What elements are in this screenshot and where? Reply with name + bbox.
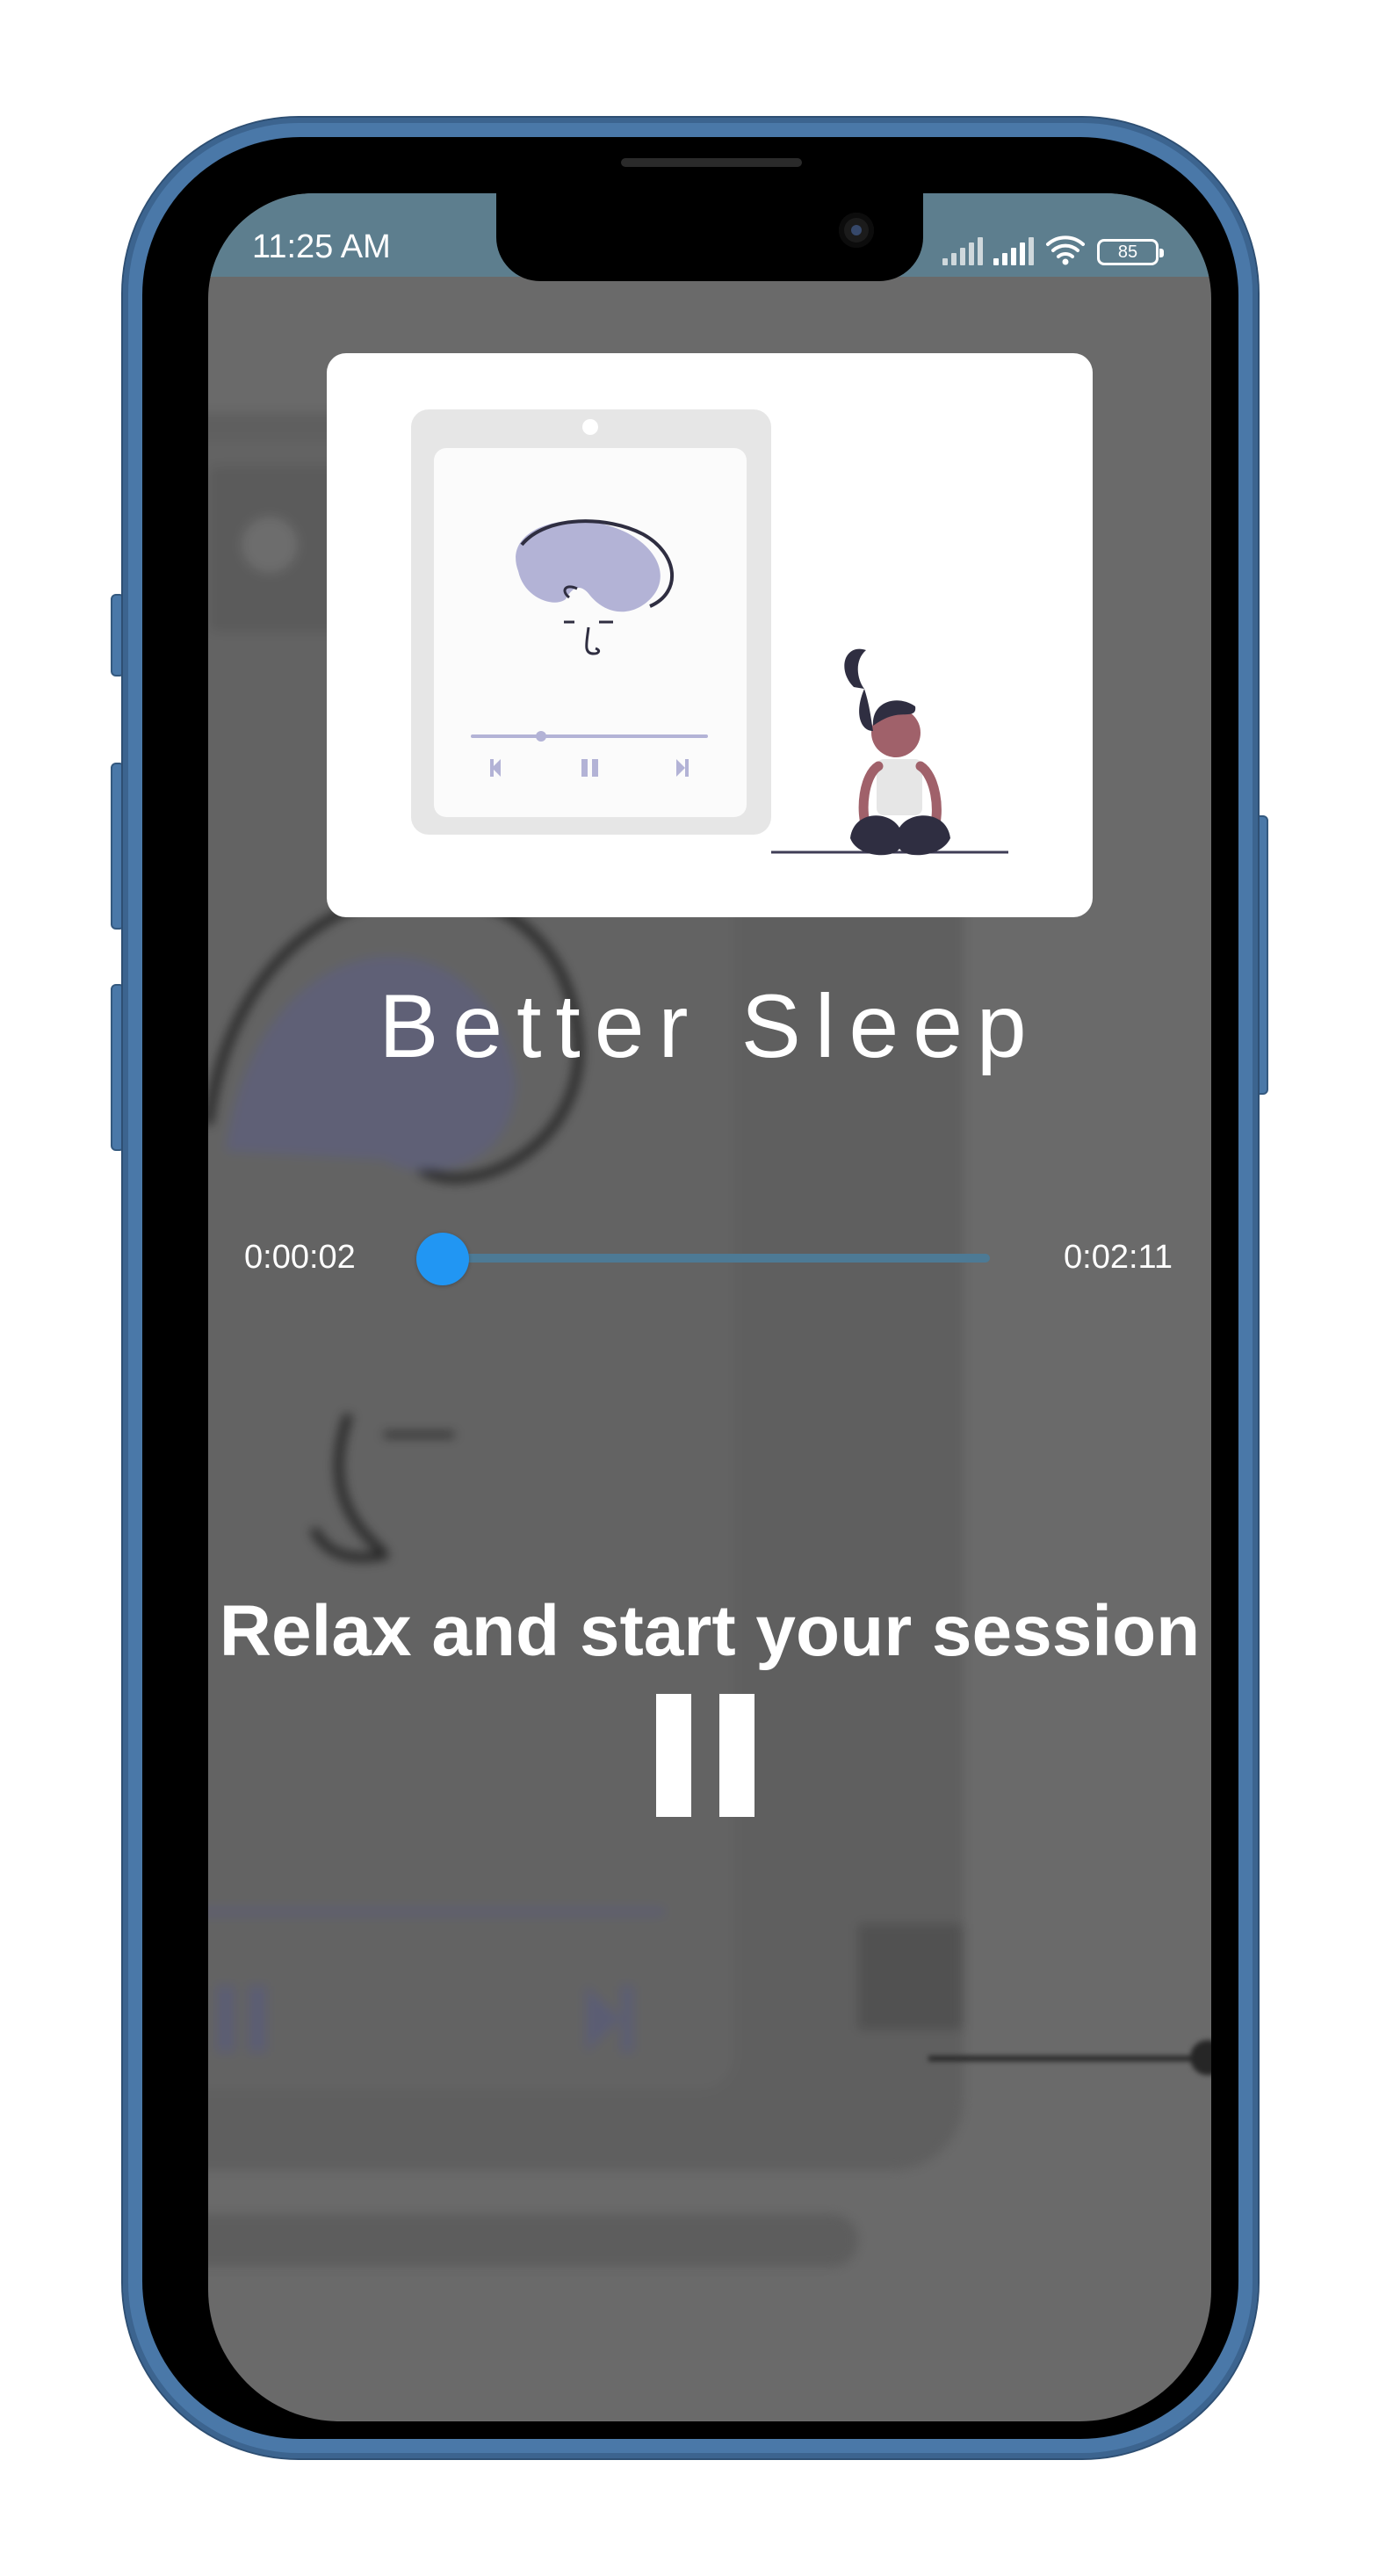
session-title: Better Sleep xyxy=(379,976,1041,1076)
meditation-illustration xyxy=(411,409,1008,856)
status-icons: 85 xyxy=(942,234,1164,265)
current-time-label: 0:00:02 xyxy=(244,1239,356,1276)
total-time-label: 0:02:11 xyxy=(1064,1239,1173,1276)
cellular-signal-icon xyxy=(942,237,983,265)
phone-frame: 11:25 AM 85 Better Sleep 0:00:02 0:02:11… xyxy=(123,118,1258,2458)
pause-icon xyxy=(647,1687,770,1819)
background-floor-line xyxy=(928,2040,1211,2075)
progress-slider-track[interactable] xyxy=(435,1254,990,1263)
earpiece-speaker xyxy=(621,158,802,167)
phone-bezel: 11:25 AM 85 Better Sleep 0:00:02 0:02:11… xyxy=(142,137,1238,2439)
status-time: 11:25 AM xyxy=(252,228,391,265)
wifi-icon xyxy=(1046,235,1085,265)
pause-button[interactable] xyxy=(647,1687,770,1819)
front-camera xyxy=(839,213,874,248)
app-screen: 11:25 AM 85 Better Sleep 0:00:02 0:02:11… xyxy=(208,193,1211,2421)
cellular-signal-2-icon xyxy=(993,237,1034,265)
session-illustration-card xyxy=(327,353,1093,917)
session-subtitle: Relax and start your session xyxy=(219,1591,1201,1671)
battery-icon: 85 xyxy=(1097,239,1164,265)
camera-notch xyxy=(496,193,923,281)
